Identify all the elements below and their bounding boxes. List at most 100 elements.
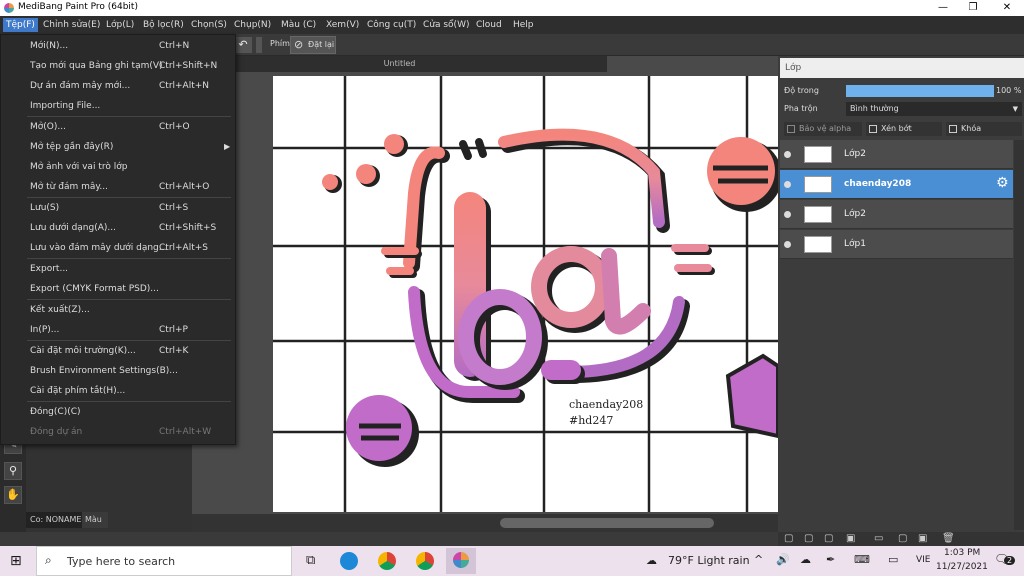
chrome-icon[interactable] [378,552,396,570]
trash-icon[interactable]: 🗑 [942,533,955,544]
menu-item[interactable]: Công cụ(T) [364,18,419,32]
eye-icon[interactable] [784,181,791,188]
weather-text[interactable]: 79°F Light rain [668,554,750,567]
duplicate-icon[interactable]: ▢ [898,533,907,544]
undo-icon[interactable]: ↶ [234,37,252,53]
reset-button[interactable]: ⊘ Đặt lại [290,36,336,54]
menu-item[interactable]: Cửa sổ(W) [420,18,472,32]
file-menu-item[interactable]: Export (CMYK Format PSD)... [1,279,235,299]
new-layer-icon[interactable]: ▢ [784,533,793,544]
chevron-up-icon[interactable]: ^ [754,553,763,566]
merge-layer-icon[interactable]: ▢ [824,533,833,544]
volume-icon[interactable]: 🔊 [776,553,790,566]
file-menu-item[interactable]: Mở tệp gần đây(R) ▶ [1,137,235,157]
menu-item-shortcut: Ctrl+Shift+S [159,223,217,233]
clock-time[interactable]: 1:03 PM [944,548,980,558]
file-menu-item[interactable]: Importing File... [1,96,235,116]
close-button[interactable]: ✕ [992,0,1022,16]
cloud-icon[interactable]: ☁ [800,553,811,566]
menu-item-label: Export... [30,264,69,274]
clock-date[interactable]: 11/27/2021 [936,562,988,572]
horizontal-scrollbar[interactable] [192,514,778,532]
edge-icon[interactable] [340,552,358,570]
clip-checkbox[interactable]: Xén bớt [866,122,942,136]
document-tab[interactable]: Untitled [192,56,607,72]
eye-icon[interactable] [784,241,791,248]
file-menu-item[interactable]: In(P)... Ctrl+P [1,320,235,340]
canvas[interactable]: chaenday208 #hd247 [273,76,778,512]
lock-label: Khóa [961,124,982,133]
prohibit-icon: ⊘ [294,38,304,51]
menu-item[interactable]: Chọn(S) [188,18,230,32]
minimize-button[interactable]: — [928,0,958,16]
layer-row[interactable]: Lớp2 [780,200,1013,229]
alpha-protect-label: Bảo vệ alpha [799,124,852,133]
keyboard-icon[interactable]: ⌨ [854,553,870,566]
file-menu-item[interactable]: Mở(O)... Ctrl+O [1,117,235,137]
menu-item-label: Cài đặt môi trường(K)... [30,346,136,356]
menu-item[interactable]: Bộ lọc(R) [140,18,187,32]
windows-start-icon[interactable]: ⊞ [10,553,22,569]
monitor-icon[interactable]: ▭ [888,553,898,566]
eye-icon[interactable] [784,211,791,218]
file-menu-item[interactable]: Export... [1,259,235,279]
gear-icon[interactable]: ⚙ [996,175,1009,191]
medibang-taskbar-button[interactable] [446,548,476,574]
file-menu-item[interactable]: Lưu(S) Ctrl+S [1,198,235,218]
menu-item[interactable]: Chỉnh sửa(E) [40,18,103,32]
layer-row[interactable]: Lớp2 [780,140,1013,169]
menu-item[interactable]: Chụp(N) [231,18,274,32]
opacity-slider[interactable] [846,85,994,97]
alpha-protect-checkbox[interactable]: Bảo vệ alpha [784,122,862,136]
hand-tool-icon[interactable]: ✋ [4,486,22,504]
layer-row-selected[interactable]: chaenday208 ⚙ [780,170,1013,199]
blend-select[interactable]: Bình thường ▼ [846,102,1022,116]
menu-item[interactable]: Cloud [473,18,505,32]
file-menu-item[interactable]: Mở ảnh với vai trò lớp [1,157,235,177]
menu-item[interactable]: Lớp(L) [103,18,137,32]
file-menu-item[interactable]: Mới(N)... Ctrl+N [1,36,235,56]
layer-scrollbar[interactable] [1014,140,1024,530]
menu-item[interactable]: Tệp(F) [3,18,38,32]
file-menu-item[interactable]: Tạo mới qua Bảng ghi tạm(V) Ctrl+Shift+N [1,56,235,76]
file-menu-item[interactable]: Dự án đám mây mới... Ctrl+Alt+N [1,76,235,96]
menu-item[interactable]: Xem(V) [323,18,362,32]
eye-icon[interactable] [784,151,791,158]
opacity-fill [846,85,994,97]
weather-icon: ☁ [646,554,657,567]
file-menu-item[interactable]: Đóng(C)(C) [1,402,235,422]
eyedropper-tool-icon[interactable]: ⚲ [4,462,22,480]
file-menu-item[interactable]: Kết xuất(Z)... [1,300,235,320]
language-indicator[interactable]: VIE [916,555,931,565]
menu-bar: Tệp(F) Chỉnh sửa(E) Lớp(L) Bộ lọc(R) Chọn(S)… [0,16,1024,34]
file-menu-item[interactable]: Cài đặt phím tắt(H)... [1,381,235,401]
menu-item-label: Dự án đám mây mới... [30,81,131,91]
menu-item-label: Lưu(S) [30,203,60,213]
chrome-icon[interactable] [416,552,434,570]
maximize-button[interactable]: ❐ [958,0,988,16]
task-view-icon[interactable]: ⧉ [306,553,315,568]
scrollbar-thumb[interactable] [500,518,714,528]
settings-icon[interactable]: ▣ [918,533,927,544]
file-menu-item[interactable]: Lưu vào đám mây dưới dạng... Ctrl+Alt+S [1,238,235,258]
file-menu-item[interactable]: Lưu dưới dạng(A)... Ctrl+Shift+S [1,218,235,238]
checkbox-icon [869,125,877,133]
file-menu-item[interactable]: Mở từ đám mây... Ctrl+Alt+O [1,177,235,197]
file-menu-item[interactable]: Brush Environment Settings(B)... [1,361,235,381]
color-tab[interactable]: Co: NONAME [26,512,82,528]
mau-tab[interactable]: Màu [82,512,108,528]
menu-item[interactable]: Màu (C) [278,18,319,32]
menu-item-label: In(P)... [30,325,60,335]
file-menu-item[interactable]: Cài đặt môi trường(K)... Ctrl+K [1,341,235,361]
lock-checkbox[interactable]: Khóa [946,122,1022,136]
copy-layer-icon[interactable]: ▢ [804,533,813,544]
folder-icon[interactable]: ▭ [874,533,883,544]
opacity-row: Độ trong 100 % [780,82,1024,100]
file-menu-item: Đóng dự án Ctrl+Alt+W [1,422,235,442]
layer-row[interactable]: Lớp1 [780,230,1013,259]
menu-item[interactable]: Help [510,18,537,32]
add-layer-menu-icon[interactable]: ▣ [846,533,855,544]
taskbar-search[interactable]: ⌕ Type here to search [36,546,292,576]
pen-icon[interactable]: ✒ [826,553,835,566]
menu-item-shortcut: Ctrl+S [159,203,189,213]
